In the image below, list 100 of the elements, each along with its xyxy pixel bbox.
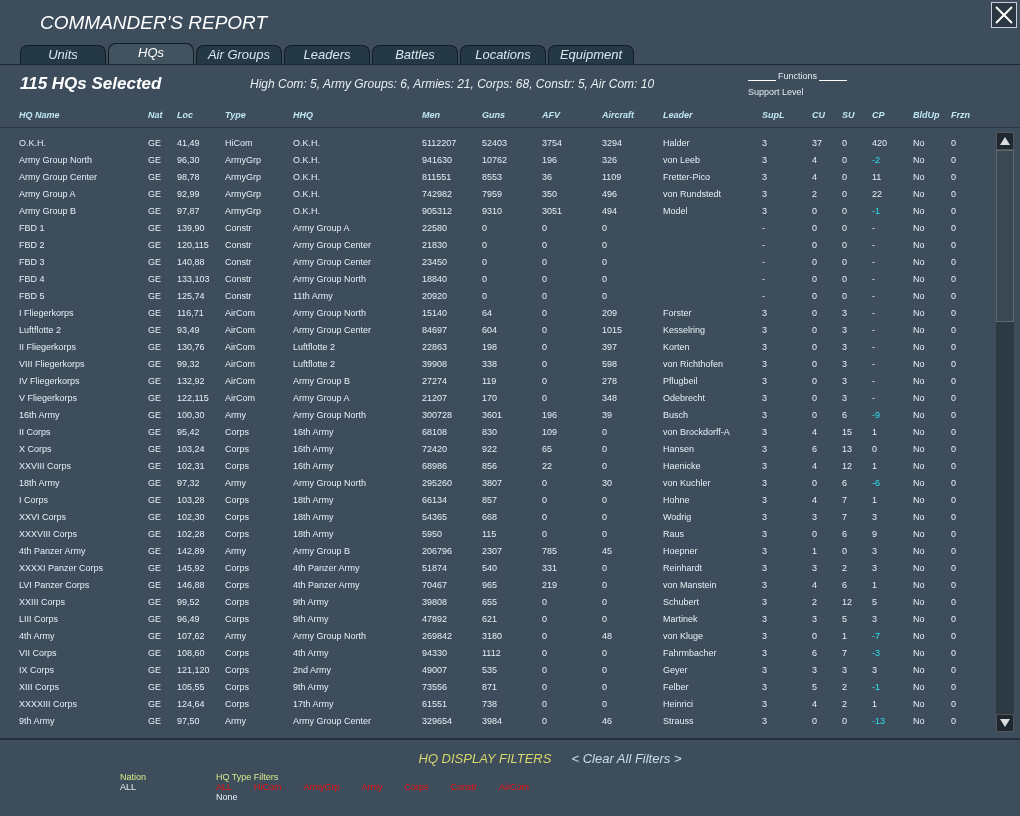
table-cell-text: XXIII Corps bbox=[19, 596, 66, 607]
scroll-bar[interactable] bbox=[996, 132, 1014, 732]
table-cell-text: 0 bbox=[602, 460, 608, 471]
table-cell-text: No bbox=[913, 443, 926, 454]
table-cell-text: 12 bbox=[842, 460, 853, 471]
table-cell-text: 3 bbox=[762, 205, 768, 216]
table-cell-text: 109 bbox=[542, 426, 559, 437]
table-cell-text: 4 bbox=[812, 698, 818, 709]
table-cell-text: 3 bbox=[812, 664, 818, 675]
table-cell-text: 3 bbox=[872, 562, 878, 573]
table-cell-text: No bbox=[913, 579, 926, 590]
table-cell-text: 7 bbox=[842, 511, 848, 522]
column-header[interactable]: BldUp bbox=[913, 110, 951, 120]
table-cell-text: 0 bbox=[951, 630, 957, 641]
table-cell-text: Army Group Center bbox=[293, 256, 373, 267]
table-cell-text: 3 bbox=[842, 341, 848, 352]
table-cell-text: 73556 bbox=[422, 681, 449, 692]
table-cell-text: 348 bbox=[602, 392, 619, 403]
column-header[interactable]: Guns bbox=[482, 110, 542, 120]
table-cell-text: 0 bbox=[542, 222, 548, 233]
column-header[interactable]: Aircraft bbox=[602, 110, 663, 120]
table-cell-text: GE bbox=[148, 358, 162, 369]
table-cell-text: 811551 bbox=[422, 171, 453, 182]
tab[interactable]: Battles bbox=[372, 45, 458, 64]
table-cell-text: 198 bbox=[482, 341, 499, 352]
column-header[interactable]: SU bbox=[842, 110, 872, 120]
table-cell-text: 4th Panzer Army bbox=[293, 579, 361, 590]
table-cell-text: 3 bbox=[762, 171, 768, 182]
column-header[interactable]: HQ Name bbox=[19, 110, 148, 120]
table-cell-text: 3 bbox=[842, 375, 848, 386]
type-filters-label: HQ Type Filters bbox=[216, 772, 280, 782]
table-cell-text: 5 bbox=[872, 596, 878, 607]
table-cell-text: 0 bbox=[482, 222, 488, 233]
column-header[interactable]: Nat bbox=[148, 110, 177, 120]
table-cell-text: FBD 4 bbox=[19, 273, 46, 284]
table-cell-text: 18th Army bbox=[293, 511, 335, 522]
none-filter[interactable]: None bbox=[216, 792, 530, 802]
column-header[interactable]: AFV bbox=[542, 110, 602, 120]
table-cell-text: Busch bbox=[663, 409, 689, 420]
column-header[interactable]: CU bbox=[812, 110, 842, 120]
table-cell-text: 3807 bbox=[482, 477, 504, 488]
column-header[interactable]: HHQ bbox=[293, 110, 422, 120]
tab[interactable]: Leaders bbox=[284, 45, 370, 64]
clear-filters-link[interactable]: < Clear All Filters > bbox=[571, 751, 682, 766]
table-cell-text: 4th Army bbox=[19, 630, 56, 641]
column-header[interactable]: Loc bbox=[177, 110, 225, 120]
column-header[interactable]: CP bbox=[872, 110, 913, 120]
table-cell-text: XXVI Corps bbox=[19, 511, 68, 522]
column-header[interactable]: Leader bbox=[663, 110, 762, 120]
table-cell-text: V Fliegerkorps bbox=[19, 392, 79, 403]
table-cell-text: 2307 bbox=[482, 545, 504, 556]
table-cell-text: Haenicke bbox=[663, 460, 702, 471]
table-cell-text: 785 bbox=[542, 545, 559, 556]
table-cell-text: 0 bbox=[812, 528, 818, 539]
table-cell-text: Army Group North bbox=[19, 154, 94, 165]
table-cell-text: 93,49 bbox=[177, 324, 201, 335]
table-cell-text: 1 bbox=[872, 698, 878, 709]
scroll-up-button[interactable] bbox=[996, 132, 1014, 150]
table-cell-text: No bbox=[913, 188, 926, 199]
tab[interactable]: Equipment bbox=[548, 45, 634, 64]
close-button[interactable] bbox=[991, 2, 1017, 28]
table-cell-text: 941630 bbox=[422, 154, 454, 165]
table-cell-text: GE bbox=[148, 647, 162, 658]
table-cell-text: 3754 bbox=[542, 137, 564, 148]
table-cell-text: 295260 bbox=[422, 477, 454, 488]
tab[interactable]: Locations bbox=[460, 45, 546, 64]
table-cell-text: GE bbox=[148, 664, 162, 675]
table-cell-text: 0 bbox=[542, 341, 548, 352]
table-cell-text: 7 bbox=[842, 647, 848, 658]
table-cell-text: 0 bbox=[951, 205, 957, 216]
table-cell-text: 0 bbox=[542, 698, 548, 709]
table-cell-text: FBD 5 bbox=[19, 290, 46, 301]
table-cell-text: Odebrecht bbox=[663, 392, 707, 403]
table-cell-text: 0 bbox=[951, 239, 957, 250]
table-cell-text: 3 bbox=[762, 443, 768, 454]
column-header[interactable]: Men bbox=[422, 110, 482, 120]
tab[interactable]: Air Groups bbox=[196, 45, 282, 64]
table-cell-text: von Rundstedt bbox=[663, 188, 723, 199]
table-cell-text: 0 bbox=[951, 681, 957, 692]
support-level-label: Support Level bbox=[748, 87, 805, 97]
column-header[interactable]: Frzn bbox=[951, 110, 991, 120]
column-header[interactable]: SupL bbox=[762, 110, 812, 120]
table-cell-text: - bbox=[872, 375, 876, 386]
table-cell-text: 4 bbox=[812, 579, 818, 590]
table-cell-text: GE bbox=[148, 579, 162, 590]
table-cell-text: GE bbox=[148, 324, 162, 335]
column-header[interactable]: Type bbox=[225, 110, 293, 120]
tab[interactable]: HQs bbox=[108, 43, 194, 64]
table-cell-text: 0 bbox=[602, 562, 608, 573]
table-cell-text: 329654 bbox=[422, 715, 454, 726]
table-cell-text: 0 bbox=[951, 664, 957, 675]
scroll-down-button[interactable] bbox=[996, 714, 1014, 732]
table-cell-text: No bbox=[913, 171, 926, 182]
nation-filter[interactable]: ALL bbox=[120, 782, 216, 792]
tab[interactable]: Units bbox=[20, 45, 106, 64]
table-cell-text: 535 bbox=[482, 664, 499, 675]
table-cell-text: 1 bbox=[872, 426, 878, 437]
table-cell-text: 0 bbox=[951, 392, 957, 403]
table-cell-text: 3 bbox=[812, 511, 818, 522]
scroll-thumb[interactable] bbox=[996, 150, 1014, 322]
